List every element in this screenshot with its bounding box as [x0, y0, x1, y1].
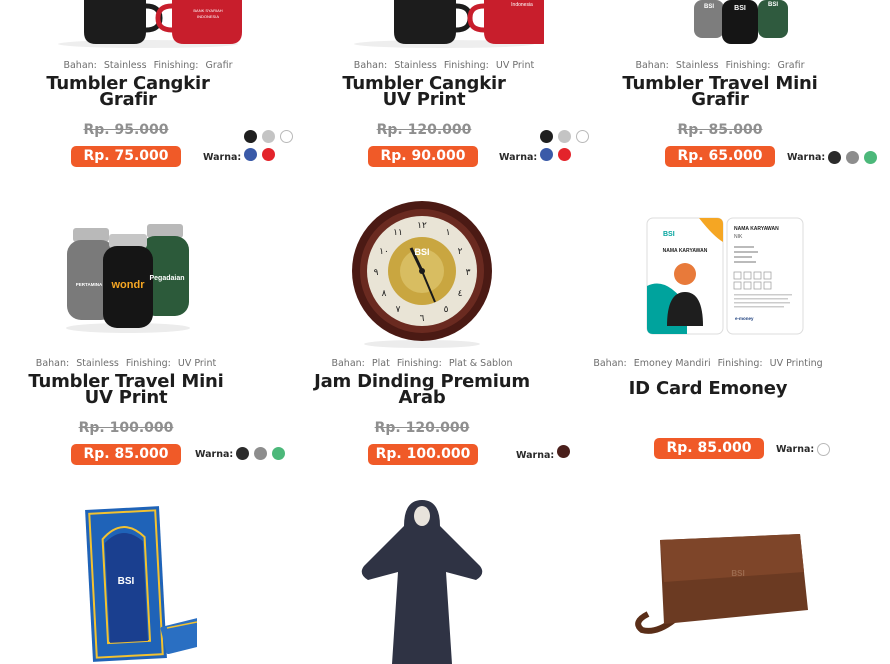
product-image-mugs[interactable]: Indonesia: [296, 0, 592, 48]
price-badge: Rp. 75.000: [71, 146, 181, 167]
clutch-bag-image: BSI: [635, 534, 808, 634]
color-swatch-green[interactable]: [272, 447, 285, 460]
product-image-mukena[interactable]: [274, 496, 570, 664]
product-title[interactable]: Tumbler Travel Mini UV Print: [0, 373, 274, 406]
color-swatch-gray[interactable]: [254, 447, 267, 460]
product-image-id-card[interactable]: BSI NAMA KARYAWAN NAMA KARYAWAN NIK e-mo…: [576, 214, 872, 336]
svg-text:Indonesia: Indonesia: [511, 2, 533, 8]
price-badge: Rp. 90.000: [368, 146, 478, 167]
price-badge: Rp. 85.000: [71, 444, 181, 465]
svg-text:٨: ٨: [382, 289, 387, 299]
price-badge: Rp. 85.000: [654, 438, 764, 459]
svg-text:BSI: BSI: [414, 247, 429, 257]
color-swatch-blue[interactable]: [540, 148, 553, 161]
old-price: Rp. 120.000: [376, 122, 472, 138]
product-image-mugs[interactable]: BANK SYARIAH INDONESIA: [0, 0, 296, 48]
color-swatch-red[interactable]: [262, 148, 275, 161]
prayer-mat-image: BSI: [85, 506, 197, 662]
product-meta: Bahan: Emoney Mandiri Finishing: UV Prin…: [593, 358, 823, 369]
svg-text:BSI: BSI: [704, 4, 714, 10]
svg-text:NIK: NIK: [734, 234, 743, 240]
mukena-image: [361, 500, 483, 664]
svg-text:BSI: BSI: [118, 576, 135, 587]
product-title[interactable]: ID Card Emoney: [560, 380, 856, 397]
svg-text:Pegadaian: Pegadaian: [149, 275, 184, 282]
color-swatch-silver[interactable]: [558, 130, 571, 143]
svg-text:NAMA KARYAWAN: NAMA KARYAWAN: [663, 248, 708, 254]
product-meta: Bahan: Stainless Finishing: Grafir: [635, 60, 805, 71]
svg-text:١٢: ١٢: [417, 221, 427, 231]
old-price: Rp. 120.000: [374, 420, 470, 436]
svg-text:٣: ٣: [466, 268, 471, 278]
product-image-prayer-mat[interactable]: BSI: [0, 504, 270, 664]
warna-label: Warna:: [776, 444, 815, 455]
product-image-clutch[interactable]: BSI: [572, 526, 868, 638]
old-price: Rp. 95.000: [83, 122, 169, 138]
old-price: Rp. 100.000: [78, 420, 174, 436]
clock-image: BSI ١٢ ١٢ ٣ ٤٥ ٦ ٧٨ ٩ ١٠ ١١: [352, 201, 492, 348]
old-price: Rp. 85.000: [677, 122, 763, 138]
svg-text:BSI: BSI: [663, 231, 675, 238]
bottle-image: BSI BSI BSI: [694, 0, 788, 44]
color-swatch-gray[interactable]: [846, 151, 859, 164]
svg-text:BSI: BSI: [731, 569, 744, 578]
color-swatch-black[interactable]: [540, 130, 553, 143]
svg-text:٤: ٤: [458, 289, 463, 299]
svg-text:١١: ١١: [393, 228, 403, 238]
product-meta: Bahan: Stainless Finishing: UV Print: [35, 358, 217, 369]
bottle-image: wondr Pegadaian PERTAMINA: [66, 224, 190, 333]
mug-image: Indonesia: [354, 0, 544, 48]
svg-text:e-money: e-money: [735, 316, 754, 321]
warna-label: Warna:: [195, 449, 234, 460]
color-swatch-black[interactable]: [828, 151, 841, 164]
product-meta: Bahan: Plat Finishing: Plat & Sablon: [331, 358, 513, 369]
svg-text:BSI: BSI: [768, 2, 778, 8]
color-swatch-black[interactable]: [236, 447, 249, 460]
mug-image: BANK SYARIAH INDONESIA: [58, 0, 242, 48]
svg-text:NAMA KARYAWAN: NAMA KARYAWAN: [734, 226, 779, 232]
svg-text:٧: ٧: [396, 305, 401, 315]
product-image-bottles[interactable]: wondr Pegadaian PERTAMINA: [0, 210, 276, 334]
product-meta: Bahan: Stainless Finishing: Grafir: [63, 60, 233, 71]
product-meta: Bahan: Stainless Finishing: UV Print: [353, 60, 535, 71]
color-swatch-white[interactable]: [817, 443, 830, 456]
svg-text:BSI: BSI: [734, 5, 746, 12]
svg-text:PERTAMINA: PERTAMINA: [76, 282, 103, 287]
product-image-clock[interactable]: BSI ١٢ ١ ٢ ٣ ٤٥ ٦ ٧٨ ٩ ١٠ ١١: [274, 198, 570, 348]
svg-text:٩: ٩: [374, 268, 379, 278]
svg-text:١: ١: [446, 228, 451, 238]
product-title[interactable]: Tumbler Cangkir Grafir: [0, 75, 276, 108]
price-badge: Rp. 100.000: [368, 444, 478, 465]
product-title[interactable]: Tumbler Cangkir UV Print: [276, 75, 572, 108]
color-swatch-brown[interactable]: [557, 445, 570, 458]
warna-label: Warna:: [787, 152, 826, 163]
warna-label: Warna:: [499, 152, 538, 163]
color-swatch-blue[interactable]: [244, 148, 257, 161]
product-title[interactable]: Jam Dinding Premium Arab: [274, 373, 570, 406]
warna-label: Warna:: [516, 450, 555, 461]
svg-text:١٠: ١٠: [379, 247, 389, 257]
id-card-image: BSI NAMA KARYAWAN NAMA KARYAWAN NIK e-mo…: [646, 217, 804, 335]
color-swatch-black[interactable]: [244, 130, 257, 143]
svg-text:٥: ٥: [444, 305, 449, 315]
svg-text:wondr: wondr: [111, 279, 146, 291]
product-title[interactable]: Tumbler Travel Mini Grafir: [572, 75, 868, 108]
price-badge: Rp. 65.000: [665, 146, 775, 167]
color-swatch-silver[interactable]: [262, 130, 275, 143]
svg-text:BANK SYARIAH: BANK SYARIAH: [193, 8, 222, 13]
color-swatch-green[interactable]: [864, 151, 877, 164]
svg-text:INDONESIA: INDONESIA: [197, 14, 219, 19]
svg-text:٦: ٦: [420, 314, 425, 324]
warna-label: Warna:: [203, 152, 242, 163]
svg-text:٢: ٢: [458, 247, 463, 257]
product-image-bottles[interactable]: BSI BSI BSI: [592, 0, 888, 48]
color-swatch-red[interactable]: [558, 148, 571, 161]
